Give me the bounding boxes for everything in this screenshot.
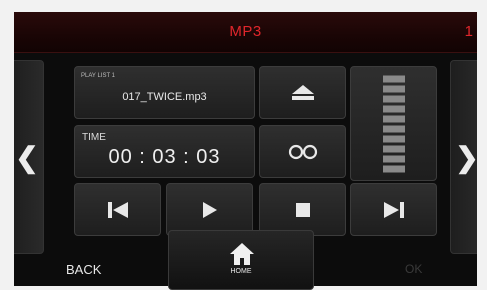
- previous-track-button[interactable]: [74, 183, 161, 236]
- play-button[interactable]: [166, 183, 253, 236]
- frame-background: MP3 1 ❮ ❯ PLAY LIST 1 017_TWICE.mp3 TIME…: [0, 0, 487, 290]
- next-track-button[interactable]: [350, 183, 437, 236]
- playlist-panel[interactable]: PLAY LIST 1 017_TWICE.mp3: [74, 66, 255, 119]
- page-title: MP3: [229, 23, 262, 40]
- home-button[interactable]: HOME: [168, 230, 314, 290]
- title-right-fragment: 1: [464, 23, 473, 40]
- back-button[interactable]: BACK: [66, 262, 101, 277]
- repeat-icon: [288, 144, 317, 159]
- eject-button[interactable]: [259, 66, 346, 119]
- eject-icon: [291, 84, 314, 100]
- elapsed-time: 00 : 03 : 03: [108, 146, 221, 168]
- next-page-button[interactable]: ❯: [450, 60, 477, 254]
- stop-icon: [295, 202, 310, 217]
- skip-next-icon: [383, 201, 404, 218]
- chevron-right-icon: ❯: [455, 141, 477, 173]
- repeat-button[interactable]: [259, 125, 346, 178]
- play-icon: [202, 201, 217, 218]
- ok-button[interactable]: OK: [405, 262, 422, 276]
- title-bar: MP3 1: [14, 12, 477, 53]
- home-icon: [230, 243, 254, 265]
- playlist-label: PLAY LIST 1: [81, 73, 116, 79]
- stop-button[interactable]: [259, 183, 346, 236]
- volume-level-bars: [382, 75, 405, 172]
- volume-meter[interactable]: [350, 66, 437, 181]
- skip-previous-icon: [107, 201, 128, 218]
- time-label: TIME: [82, 132, 106, 143]
- time-panel: TIME 00 : 03 : 03: [74, 125, 255, 178]
- chevron-left-icon: ❮: [15, 141, 39, 173]
- track-filename: 017_TWICE.mp3: [122, 91, 207, 103]
- home-label: HOME: [230, 268, 252, 275]
- previous-page-button[interactable]: ❮: [14, 60, 44, 254]
